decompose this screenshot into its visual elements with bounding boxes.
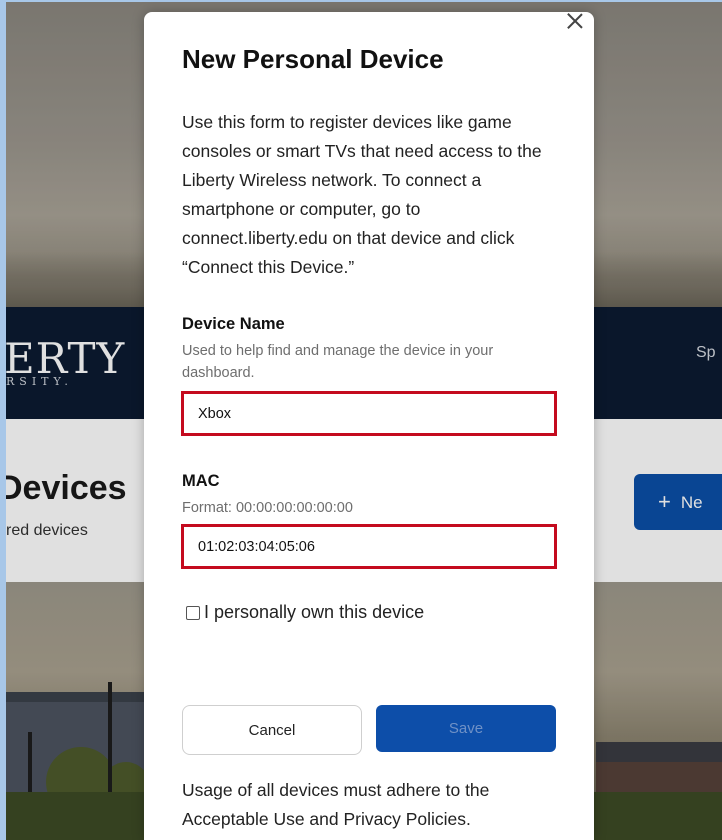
ownership-checkbox[interactable] xyxy=(186,605,200,620)
mac-field-wrapper xyxy=(181,524,557,569)
cancel-button[interactable]: Cancel xyxy=(182,705,362,755)
dialog-intro: Use this form to register devices like g… xyxy=(182,112,542,277)
dialog-title: New Personal Device xyxy=(182,44,444,74)
mac-helper: Format: 00:00:00:00:00:00 xyxy=(182,500,353,516)
usage-policy-note: Usage of all devices must adhere to the … xyxy=(182,780,490,829)
new-device-dialog: New Personal Device Use this form to reg… xyxy=(144,12,594,840)
ownership-checkbox-row[interactable]: I personally own this device xyxy=(186,602,424,623)
mac-label: MAC xyxy=(182,472,220,490)
device-name-input[interactable] xyxy=(184,394,554,433)
close-icon[interactable] xyxy=(565,12,585,32)
save-button[interactable]: Save xyxy=(376,705,556,752)
ownership-checkbox-label[interactable]: I personally own this device xyxy=(204,602,424,623)
device-name-label: Device Name xyxy=(182,315,285,333)
device-name-field-wrapper xyxy=(181,391,557,436)
mac-input[interactable] xyxy=(184,527,554,566)
device-name-helper: Used to help find and manage the device … xyxy=(182,343,494,381)
